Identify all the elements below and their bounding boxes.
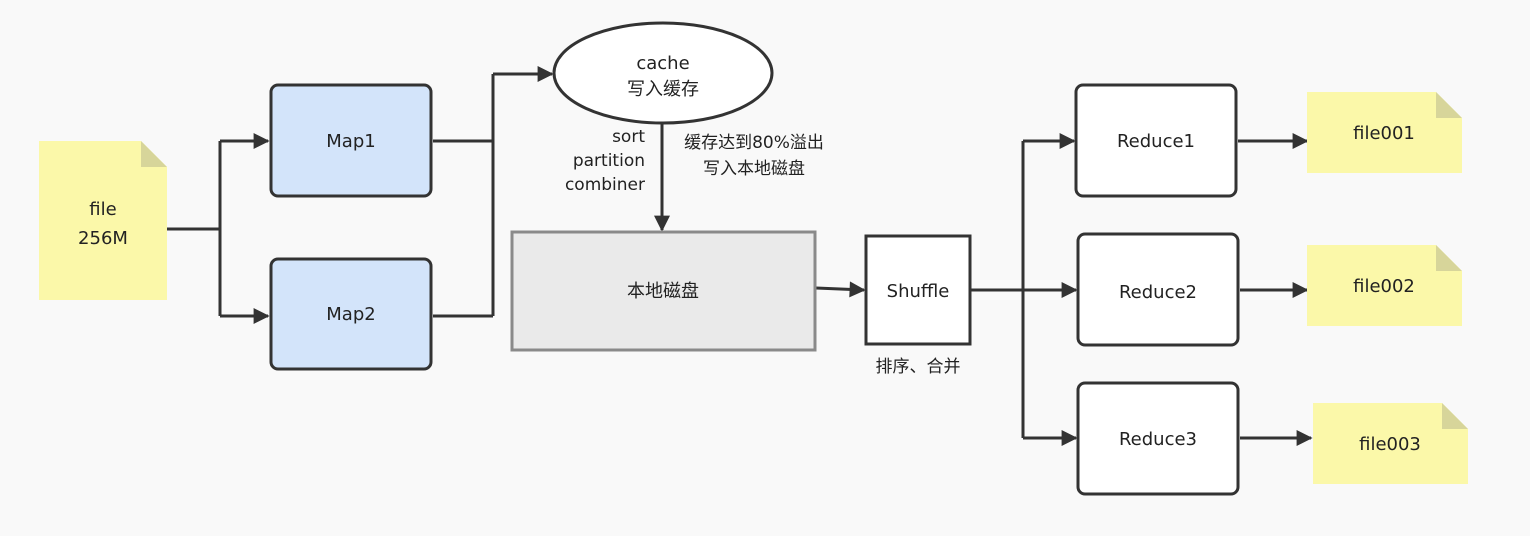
local-disk-label: 本地磁盘 [627,281,699,302]
file-input-note: file 256M [39,141,167,300]
reduce2-label: Reduce2 [1119,282,1197,303]
file003-label: file003 [1359,434,1421,455]
shuffle-node: Shuffle 排序、合并 [864,234,972,377]
edge-disk-to-shuffle [815,281,866,298]
sort-step-1: sort [612,127,645,147]
file002-note: file002 [1307,245,1462,326]
file001-note: file001 [1307,92,1462,173]
spill-label: 缓存达到80%溢出 写入本地磁盘 [684,133,824,179]
cache-subtitle: 写入缓存 [627,79,699,100]
file-input-size: 256M [78,228,128,249]
shuffle-label: Shuffle [887,281,950,302]
file002-label: file002 [1353,276,1415,297]
cache-title: cache [636,53,689,74]
map1-label: Map1 [326,131,375,152]
map2-label: Map2 [326,304,375,325]
local-disk-node: 本地磁盘 [510,230,817,352]
reduce1-node: Reduce1 [1074,83,1238,198]
mapreduce-diagram: file 256M Map1 Map2 cache 写入缓存 sort part… [39,21,1468,496]
sort-step-2: partition [573,151,645,171]
reduce3-label: Reduce3 [1119,429,1197,450]
spill-line-1: 缓存达到80%溢出 [684,133,824,153]
cache-node: cache 写入缓存 [552,21,774,125]
reduce3-node: Reduce3 [1076,381,1240,496]
shuffle-note: 排序、合并 [876,357,961,377]
map1-node: Map1 [269,83,433,198]
map2-node: Map2 [269,257,433,371]
sort-steps-label: sort partition combiner [565,127,645,195]
file001-label: file001 [1353,123,1415,144]
spill-line-2: 写入本地磁盘 [703,159,805,179]
file003-note: file003 [1313,403,1468,484]
reduce1-label: Reduce1 [1117,131,1195,152]
sort-step-3: combiner [565,175,645,195]
file-input-name: file [89,199,116,220]
reduce2-node: Reduce2 [1076,232,1240,347]
